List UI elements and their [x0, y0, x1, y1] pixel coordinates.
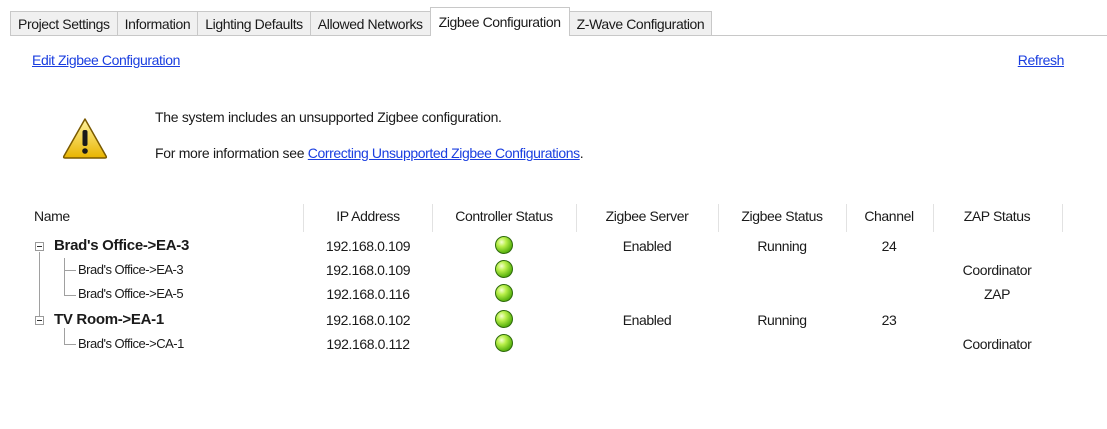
correcting-unsupported-zigbee-link[interactable]: Correcting Unsupported Zigbee Configurat… [308, 145, 580, 161]
column-separator [933, 204, 934, 232]
column-separator [576, 204, 577, 232]
collapse-toggle-icon[interactable] [35, 242, 44, 251]
row-channel: 24 [881, 238, 897, 254]
row-ip-address: 192.168.0.102 [325, 312, 411, 328]
collapse-toggle-icon[interactable] [35, 316, 44, 325]
row-zigbee-status: Running [757, 238, 807, 254]
row-channel: 23 [881, 312, 897, 328]
refresh-link[interactable]: Refresh [1018, 52, 1065, 68]
tab-allowed-networks[interactable]: Allowed Networks [309, 11, 431, 36]
column-header-zap-status[interactable]: ZAP Status [964, 208, 1031, 224]
column-header-name[interactable]: Name [34, 208, 70, 224]
row-ip-address: 192.168.0.112 [326, 336, 410, 352]
tab-information[interactable]: Information [116, 11, 199, 36]
tree-line [64, 344, 76, 345]
row-ip-address: 192.168.0.116 [326, 286, 410, 302]
edit-zigbee-configuration-link[interactable]: Edit Zigbee Configuration [32, 52, 180, 68]
row-zap-status: ZAP [983, 286, 1011, 302]
column-header-controller-status[interactable]: Controller Status [455, 208, 553, 224]
tree-line [64, 270, 76, 271]
column-separator [432, 204, 433, 232]
row-zap-status: Coordinator [962, 262, 1032, 278]
tab-zigbee-configuration[interactable]: Zigbee Configuration [429, 7, 570, 36]
status-green-icon [495, 236, 513, 254]
status-green-icon [495, 310, 513, 328]
column-header-zigbee-status[interactable]: Zigbee Status [741, 208, 823, 224]
row-zigbee-server: Enabled [622, 238, 672, 254]
tree-line [39, 252, 40, 320]
row-name[interactable]: Brad's Office->EA-3 [78, 262, 184, 277]
column-separator [303, 204, 304, 232]
status-green-icon [495, 334, 513, 352]
row-ip-address: 192.168.0.109 [325, 262, 411, 278]
row-zigbee-status: Running [757, 312, 807, 328]
row-name[interactable]: Brad's Office->EA-3 [54, 237, 189, 254]
column-separator [846, 204, 847, 232]
tree-line [64, 258, 65, 296]
row-ip-address: 192.168.0.109 [325, 238, 411, 254]
row-zigbee-server: Enabled [622, 312, 672, 328]
status-green-icon [495, 260, 513, 278]
more-info-prefix: For more information see [155, 145, 308, 161]
status-green-icon [495, 284, 513, 302]
tab-zwave-configuration[interactable]: Z-Wave Configuration [568, 11, 713, 36]
warning-message: The system includes an unsupported Zigbe… [155, 109, 502, 125]
row-name[interactable]: Brad's Office->CA-1 [78, 336, 184, 351]
warning-triangle-icon [62, 118, 108, 159]
column-header-ip-address[interactable]: IP Address [336, 208, 400, 224]
more-info-suffix: . [579, 145, 584, 161]
column-separator [718, 204, 719, 232]
row-zap-status: Coordinator [962, 336, 1032, 352]
tab-lighting-defaults[interactable]: Lighting Defaults [197, 11, 311, 36]
tab-project-settings[interactable]: Project Settings [10, 11, 118, 36]
row-name[interactable]: Brad's Office->EA-5 [78, 286, 184, 301]
warning-more-info: For more information see Correcting Unsu… [155, 145, 584, 161]
tab-strip: Project Settings Information Lighting De… [10, 7, 1107, 36]
row-name[interactable]: TV Room->EA-1 [54, 311, 164, 328]
column-header-zigbee-server[interactable]: Zigbee Server [606, 208, 689, 224]
column-separator [1062, 204, 1063, 232]
tree-line [64, 328, 65, 345]
column-header-channel[interactable]: Channel [864, 208, 914, 224]
tree-line [64, 295, 76, 296]
